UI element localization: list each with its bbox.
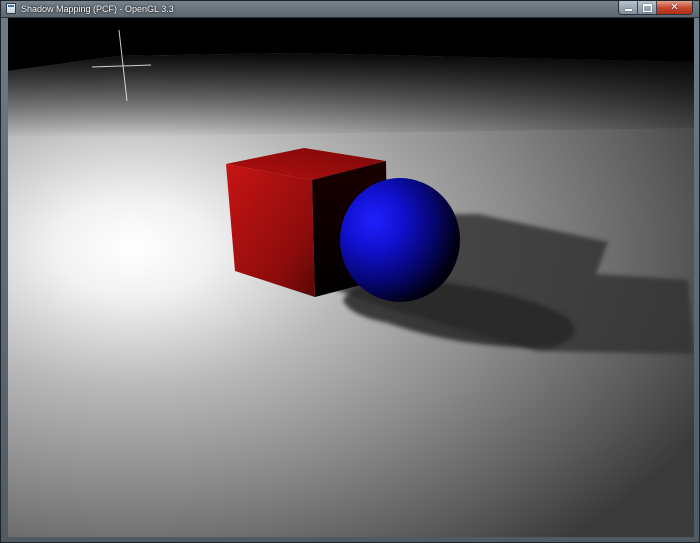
close-button[interactable]: ✕ [657, 1, 692, 14]
maximize-icon [642, 3, 652, 12]
opengl-window-icon[interactable] [6, 3, 16, 14]
title-bar[interactable]: Shadow Mapping (PCF) - OpenGL 3.3 ✕ [1, 1, 699, 18]
minimize-button[interactable] [619, 1, 638, 14]
window-controls: ✕ [618, 1, 693, 15]
window-title: Shadow Mapping (PCF) - OpenGL 3.3 [21, 4, 174, 14]
minimize-icon [624, 8, 632, 11]
close-icon: ✕ [670, 1, 679, 13]
horizon-shade [8, 53, 694, 138]
opengl-viewport[interactable] [8, 18, 694, 537]
maximize-button[interactable] [638, 1, 657, 14]
rendered-scene [8, 18, 694, 537]
sphere [340, 178, 460, 302]
application-window: Shadow Mapping (PCF) - OpenGL 3.3 ✕ [0, 0, 700, 543]
